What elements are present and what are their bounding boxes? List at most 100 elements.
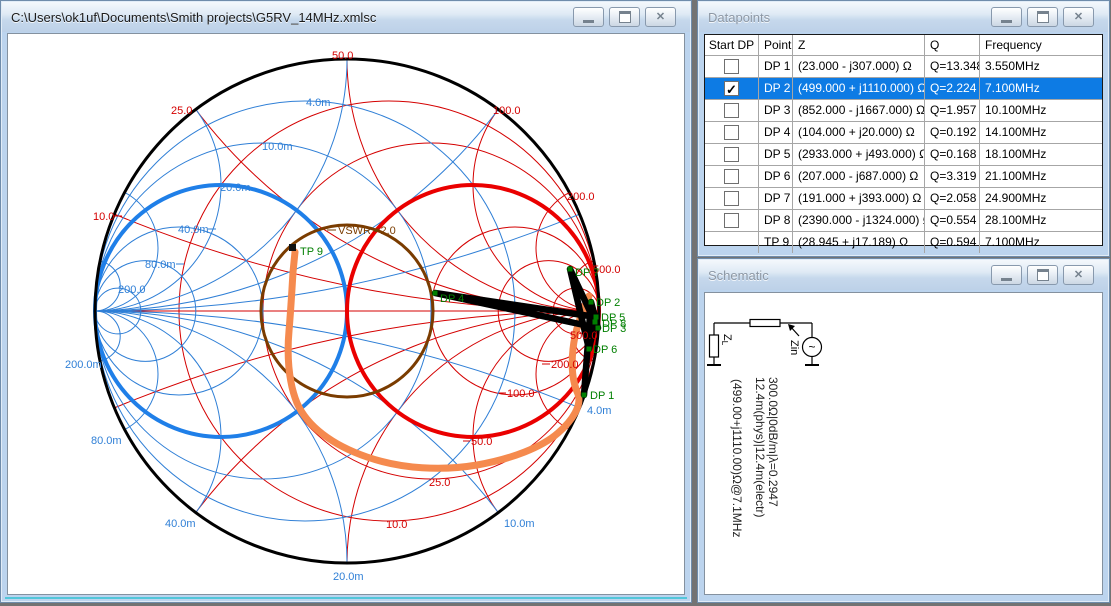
tp9-marker[interactable] bbox=[289, 244, 296, 251]
schematic-window: Schematic ✕ bbox=[697, 258, 1110, 603]
table-row-dp6[interactable]: DP 6 (207.000 - j687.000) Ω Q=3.319 21.1… bbox=[705, 166, 1102, 188]
smith-chart[interactable]: 10.0 25.0 50.0 100.0 200.0 500.0 10.0 25… bbox=[8, 34, 684, 594]
cell-point: DP 6 bbox=[759, 166, 793, 187]
minimize-button[interactable] bbox=[991, 265, 1022, 285]
cell-point: DP 5 bbox=[759, 144, 793, 165]
svg-text:DP 8: DP 8 bbox=[602, 318, 626, 330]
dp2-marker[interactable] bbox=[589, 300, 594, 305]
desktop: C:\Users\ok1uf\Documents\Smith projects\… bbox=[0, 0, 1111, 606]
table-row-dp5[interactable]: DP 5 (2933.000 + j493.000) Ω Q=0.168 18.… bbox=[705, 144, 1102, 166]
cell-q: Q=2.224 bbox=[925, 78, 980, 99]
column-header-point[interactable]: Point bbox=[759, 35, 793, 55]
close-button[interactable]: ✕ bbox=[645, 7, 676, 27]
schematic-window-title: Schematic bbox=[699, 268, 769, 283]
minimize-icon bbox=[583, 20, 594, 23]
dp5-marker[interactable] bbox=[594, 315, 599, 320]
dp8-marker[interactable] bbox=[593, 320, 598, 325]
startdp-checkbox[interactable] bbox=[724, 147, 739, 162]
startdp-checkbox[interactable] bbox=[724, 103, 739, 118]
vswr-label: VSWR =2.0 bbox=[327, 225, 396, 237]
table-row-dp2-selected[interactable]: DP 2 (499.000 + j1110.000) Ω Q=2.224 7.1… bbox=[705, 78, 1102, 100]
dp6-marker[interactable] bbox=[587, 347, 592, 352]
column-header-q[interactable]: Q bbox=[925, 35, 980, 55]
cell-frequency: 7.100MHz bbox=[980, 232, 1102, 253]
chart-canvas-area[interactable]: 10.0 25.0 50.0 100.0 200.0 500.0 10.0 25… bbox=[7, 33, 685, 595]
schematic-titlebar[interactable]: Schematic ✕ bbox=[699, 260, 1108, 290]
svg-text:50.0: 50.0 bbox=[471, 436, 492, 448]
svg-text:20.0m: 20.0m bbox=[220, 182, 251, 194]
table-row-tp9[interactable]: TP 9 (28.945 + j17.189) Ω Q=0.594 7.100M… bbox=[705, 232, 1102, 253]
cell-q: Q=13.348 bbox=[925, 56, 980, 77]
close-button[interactable]: ✕ bbox=[1063, 265, 1094, 285]
maximize-button[interactable] bbox=[1027, 7, 1058, 27]
dp1-marker[interactable] bbox=[582, 393, 587, 398]
cell-frequency: 7.100MHz bbox=[980, 78, 1102, 99]
dp3-marker[interactable] bbox=[596, 326, 601, 331]
ac-source-icon: ~ bbox=[808, 340, 815, 354]
table-header-row: Start DP Point Z Q Frequency bbox=[705, 35, 1102, 56]
svg-text:DP 6: DP 6 bbox=[593, 344, 617, 356]
svg-text:100.0: 100.0 bbox=[507, 388, 535, 400]
column-header-z[interactable]: Z bbox=[793, 35, 925, 55]
startdp-checkbox-checked[interactable] bbox=[724, 81, 739, 96]
load-label: ZL bbox=[720, 334, 733, 346]
smith-chart-window: C:\Users\ok1uf\Documents\Smith projects\… bbox=[0, 0, 692, 603]
cell-q: Q=0.192 bbox=[925, 122, 980, 143]
cell-q: Q=1.957 bbox=[925, 100, 980, 121]
datapoints-window: Datapoints ✕ Start DP Point Z Q Frequenc… bbox=[697, 0, 1110, 257]
cell-frequency: 21.100MHz bbox=[980, 166, 1102, 187]
table-row-dp3[interactable]: DP 3 (852.000 - j1667.000) Ω Q=1.957 10.… bbox=[705, 100, 1102, 122]
cell-point: TP 9 bbox=[759, 232, 793, 253]
cell-z: (2933.000 + j493.000) Ω bbox=[793, 144, 925, 165]
minimize-button[interactable] bbox=[991, 7, 1022, 27]
svg-text:4.0m: 4.0m bbox=[306, 97, 330, 109]
svg-text:100.0: 100.0 bbox=[493, 105, 521, 117]
cell-z: (191.000 + j393.000) Ω bbox=[793, 188, 925, 209]
maximize-button[interactable] bbox=[1027, 265, 1058, 285]
column-header-frequency[interactable]: Frequency bbox=[980, 35, 1102, 55]
maximize-icon bbox=[1037, 11, 1049, 23]
maximize-button[interactable] bbox=[609, 7, 640, 27]
svg-text:10.0: 10.0 bbox=[93, 211, 114, 223]
startdp-checkbox[interactable] bbox=[724, 125, 739, 140]
svg-text:10.0m: 10.0m bbox=[262, 141, 293, 153]
close-button[interactable]: ✕ bbox=[1063, 7, 1094, 27]
svg-text:25.0: 25.0 bbox=[429, 477, 450, 489]
cell-q: Q=2.058 bbox=[925, 188, 980, 209]
cell-frequency: 3.550MHz bbox=[980, 56, 1102, 77]
cell-point: DP 2 bbox=[759, 78, 793, 99]
admittance-labels: 4.0m 10.0m 20.0m 40.0m 80.0m 200.0 200.0… bbox=[65, 97, 611, 583]
svg-text:40.0m: 40.0m bbox=[178, 224, 209, 236]
svg-text:200.0: 200.0 bbox=[551, 359, 579, 371]
minimize-button[interactable] bbox=[573, 7, 604, 27]
column-header-startdp[interactable]: Start DP bbox=[705, 35, 759, 55]
dp4-marker[interactable] bbox=[433, 291, 438, 296]
table-row-dp1[interactable]: DP 1 (23.000 - j307.000) Ω Q=13.348 3.55… bbox=[705, 56, 1102, 78]
startdp-checkbox[interactable] bbox=[724, 169, 739, 184]
cell-z: (2390.000 - j1324.000) Ω bbox=[793, 210, 925, 231]
close-icon: ✕ bbox=[1074, 270, 1083, 281]
startdp-checkbox[interactable] bbox=[724, 213, 739, 228]
svg-text:50.0: 50.0 bbox=[332, 50, 353, 62]
startdp-checkbox[interactable] bbox=[724, 191, 739, 206]
schematic-canvas[interactable]: ~ ZL Zin 300.0Ω|0dB/m|λ=0.294712.4m(phys… bbox=[704, 292, 1103, 595]
table-row-dp7[interactable]: DP 7 (191.000 + j393.000) Ω Q=2.058 24.9… bbox=[705, 188, 1102, 210]
svg-text:10.0m: 10.0m bbox=[504, 518, 535, 530]
close-icon: ✕ bbox=[1074, 12, 1083, 23]
svg-text:80.0m: 80.0m bbox=[91, 435, 122, 447]
datapoints-table: Start DP Point Z Q Frequency DP 1 (23.00… bbox=[704, 34, 1103, 246]
datapoints-titlebar[interactable]: Datapoints ✕ bbox=[699, 2, 1108, 32]
cell-z: (852.000 - j1667.000) Ω bbox=[793, 100, 925, 121]
svg-text:40.0m: 40.0m bbox=[165, 518, 196, 530]
startdp-checkbox[interactable] bbox=[724, 59, 739, 74]
main-window-titlebar[interactable]: C:\Users\ok1uf\Documents\Smith projects\… bbox=[2, 2, 690, 32]
cell-frequency: 24.900MHz bbox=[980, 188, 1102, 209]
table-row-dp4[interactable]: DP 4 (104.000 + j20.000) Ω Q=0.192 14.10… bbox=[705, 122, 1102, 144]
svg-text:200.0: 200.0 bbox=[118, 284, 146, 296]
dp7-marker[interactable] bbox=[568, 267, 573, 272]
cell-z: (28.945 + j17.189) Ω bbox=[793, 232, 925, 253]
table-row-dp8[interactable]: DP 8 (2390.000 - j1324.000) Ω Q=0.554 28… bbox=[705, 210, 1102, 232]
cell-q: Q=3.319 bbox=[925, 166, 980, 187]
svg-text:TP 9: TP 9 bbox=[300, 246, 323, 258]
cell-frequency: 14.100MHz bbox=[980, 122, 1102, 143]
